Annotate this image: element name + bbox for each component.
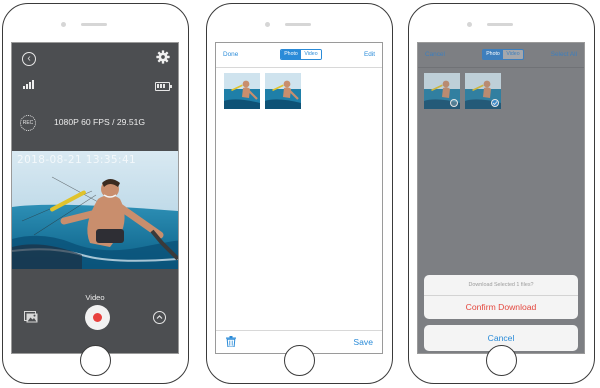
camera-screen: ‹ REC 1080P 60 FPS / 29.51G 2018-08-21 1… [11,42,179,354]
cancel-selection-button[interactable]: Cancel [425,51,445,58]
front-camera [61,22,66,27]
home-button[interactable] [485,345,517,376]
gallery-screen: Done Photo Video Edit Save [215,42,383,354]
checkmark-icon[interactable] [491,99,499,107]
home-button[interactable] [283,345,315,376]
live-preview: 2018-08-21 13:35:41 [12,151,178,269]
media-thumbnail[interactable] [424,73,460,109]
trash-icon[interactable] [226,336,236,347]
resolution-info: 1080P 60 FPS / 29.51G [54,117,146,127]
done-button[interactable]: Done [223,51,238,58]
unchecked-circle-icon[interactable] [450,99,458,107]
speaker-grille [81,23,107,26]
gallery-nav-bar: Done Photo Video Edit [216,43,382,68]
record-button[interactable] [85,305,110,330]
back-icon[interactable]: ‹ [22,52,36,66]
gear-icon[interactable] [156,50,170,64]
tab-video[interactable]: Video [503,50,523,59]
signal-icon [23,80,34,89]
tab-photo[interactable]: Photo [281,50,301,59]
phone-gallery-view: Done Photo Video Edit Save [206,3,393,384]
select-all-button[interactable]: Select All [551,51,577,58]
battery-icon [155,82,172,91]
media-thumbnail[interactable] [265,73,301,109]
confirm-download-button[interactable]: Confirm Download [424,296,578,319]
phone-download-view: Cancel Photo Video Select All Download S… [408,3,595,384]
tab-video[interactable]: Video [301,50,321,59]
home-button[interactable] [79,345,111,376]
speaker-grille [285,23,311,26]
media-type-segmented-control: Photo Video [280,49,322,60]
edit-button[interactable]: Edit [364,51,375,58]
chevron-up-icon[interactable] [153,311,166,324]
tab-photo[interactable]: Photo [483,50,503,59]
save-button[interactable]: Save [353,337,373,347]
video-timestamp: 2018-08-21 13:35:41 [17,154,137,166]
download-action-sheet: Download Selected 1 files? Confirm Downl… [424,275,578,319]
capture-mode-label: Video [85,293,105,302]
media-thumbnail-selected[interactable] [465,73,501,109]
phone-camera-view: ‹ REC 1080P 60 FPS / 29.51G 2018-08-21 1… [2,3,189,384]
speaker-grille [487,23,513,26]
media-thumbnail[interactable] [224,73,260,109]
selection-nav-bar: Cancel Photo Video Select All [418,43,584,68]
media-type-segmented-control: Photo Video [482,49,524,60]
gallery-icon[interactable] [24,311,38,323]
recording-status-icon: REC [20,115,36,131]
action-sheet-title: Download Selected 1 files? [424,275,578,296]
front-camera [265,22,270,27]
front-camera [467,22,472,27]
selection-screen: Cancel Photo Video Select All Download S… [417,42,585,354]
